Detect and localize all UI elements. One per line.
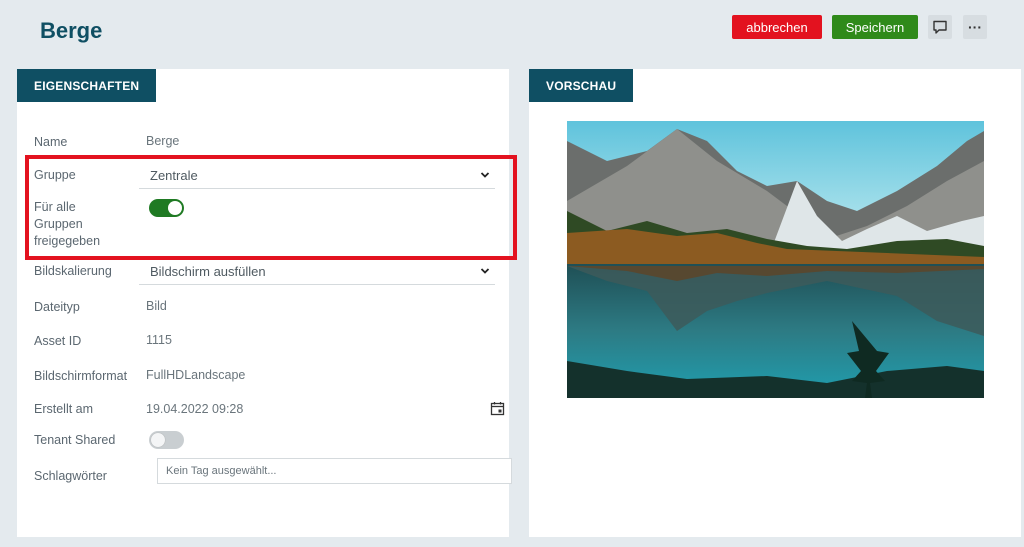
created-label: Erstellt am [34,402,94,416]
more-options-button[interactable]: ··· [963,15,987,39]
scaling-row: Bildskalierung Bildschirm ausfüllen [34,258,495,285]
chevron-down-icon [480,268,490,274]
chat-bubble-icon [933,20,947,34]
tenant-shared-label: Tenant Shared [34,433,116,447]
name-label: Name [34,135,68,149]
filetype-row: Dateityp Bild [34,299,495,319]
comment-button[interactable] [928,15,952,39]
save-button[interactable]: Speichern [832,15,918,39]
highlight-box [25,155,517,260]
scaling-value: Bildschirm ausfüllen [150,263,266,279]
format-row: Bildschirmformat FullHDLandscape [34,368,495,388]
filetype-label: Dateityp [34,300,80,314]
created-value: 19.04.2022 09:28 [146,402,244,416]
asset-id-row: Asset ID 1115 [34,333,495,353]
tab-preview[interactable]: VORSCHAU [529,69,634,102]
format-value: FullHDLandscape [146,368,246,382]
preview-image [567,121,984,398]
created-row: Erstellt am 19.04.2022 09:28 [34,401,505,421]
page-title: Berge [40,18,103,43]
name-row: Name Berge [34,134,495,154]
filetype-value: Bild [146,299,167,313]
preview-panel: VORSCHAU [529,69,1021,537]
tags-input[interactable] [157,458,512,484]
mountain-lake-image [567,121,984,398]
asset-id-value: 1115 [146,333,172,347]
toggle-knob [151,433,165,447]
tenant-shared-toggle[interactable] [149,431,184,449]
name-value: Berge [146,134,180,148]
tenant-shared-row: Tenant Shared [34,431,495,451]
format-label: Bildschirmformat [34,369,128,383]
properties-panel: EIGENSCHAFTEN Name Berge Gruppe Zentrale… [17,69,512,537]
asset-id-label: Asset ID [34,334,82,348]
scaling-label: Bildskalierung [34,264,112,278]
more-icon: ··· [968,19,982,35]
tab-properties[interactable]: EIGENSCHAFTEN [17,69,157,102]
calendar-icon[interactable] [490,401,505,416]
tags-label: Schlagwörter [34,469,107,483]
tags-row: Schlagwörter [34,458,512,484]
scaling-select[interactable]: Bildschirm ausfüllen [139,258,495,285]
cancel-button[interactable]: abbrechen [732,15,822,39]
